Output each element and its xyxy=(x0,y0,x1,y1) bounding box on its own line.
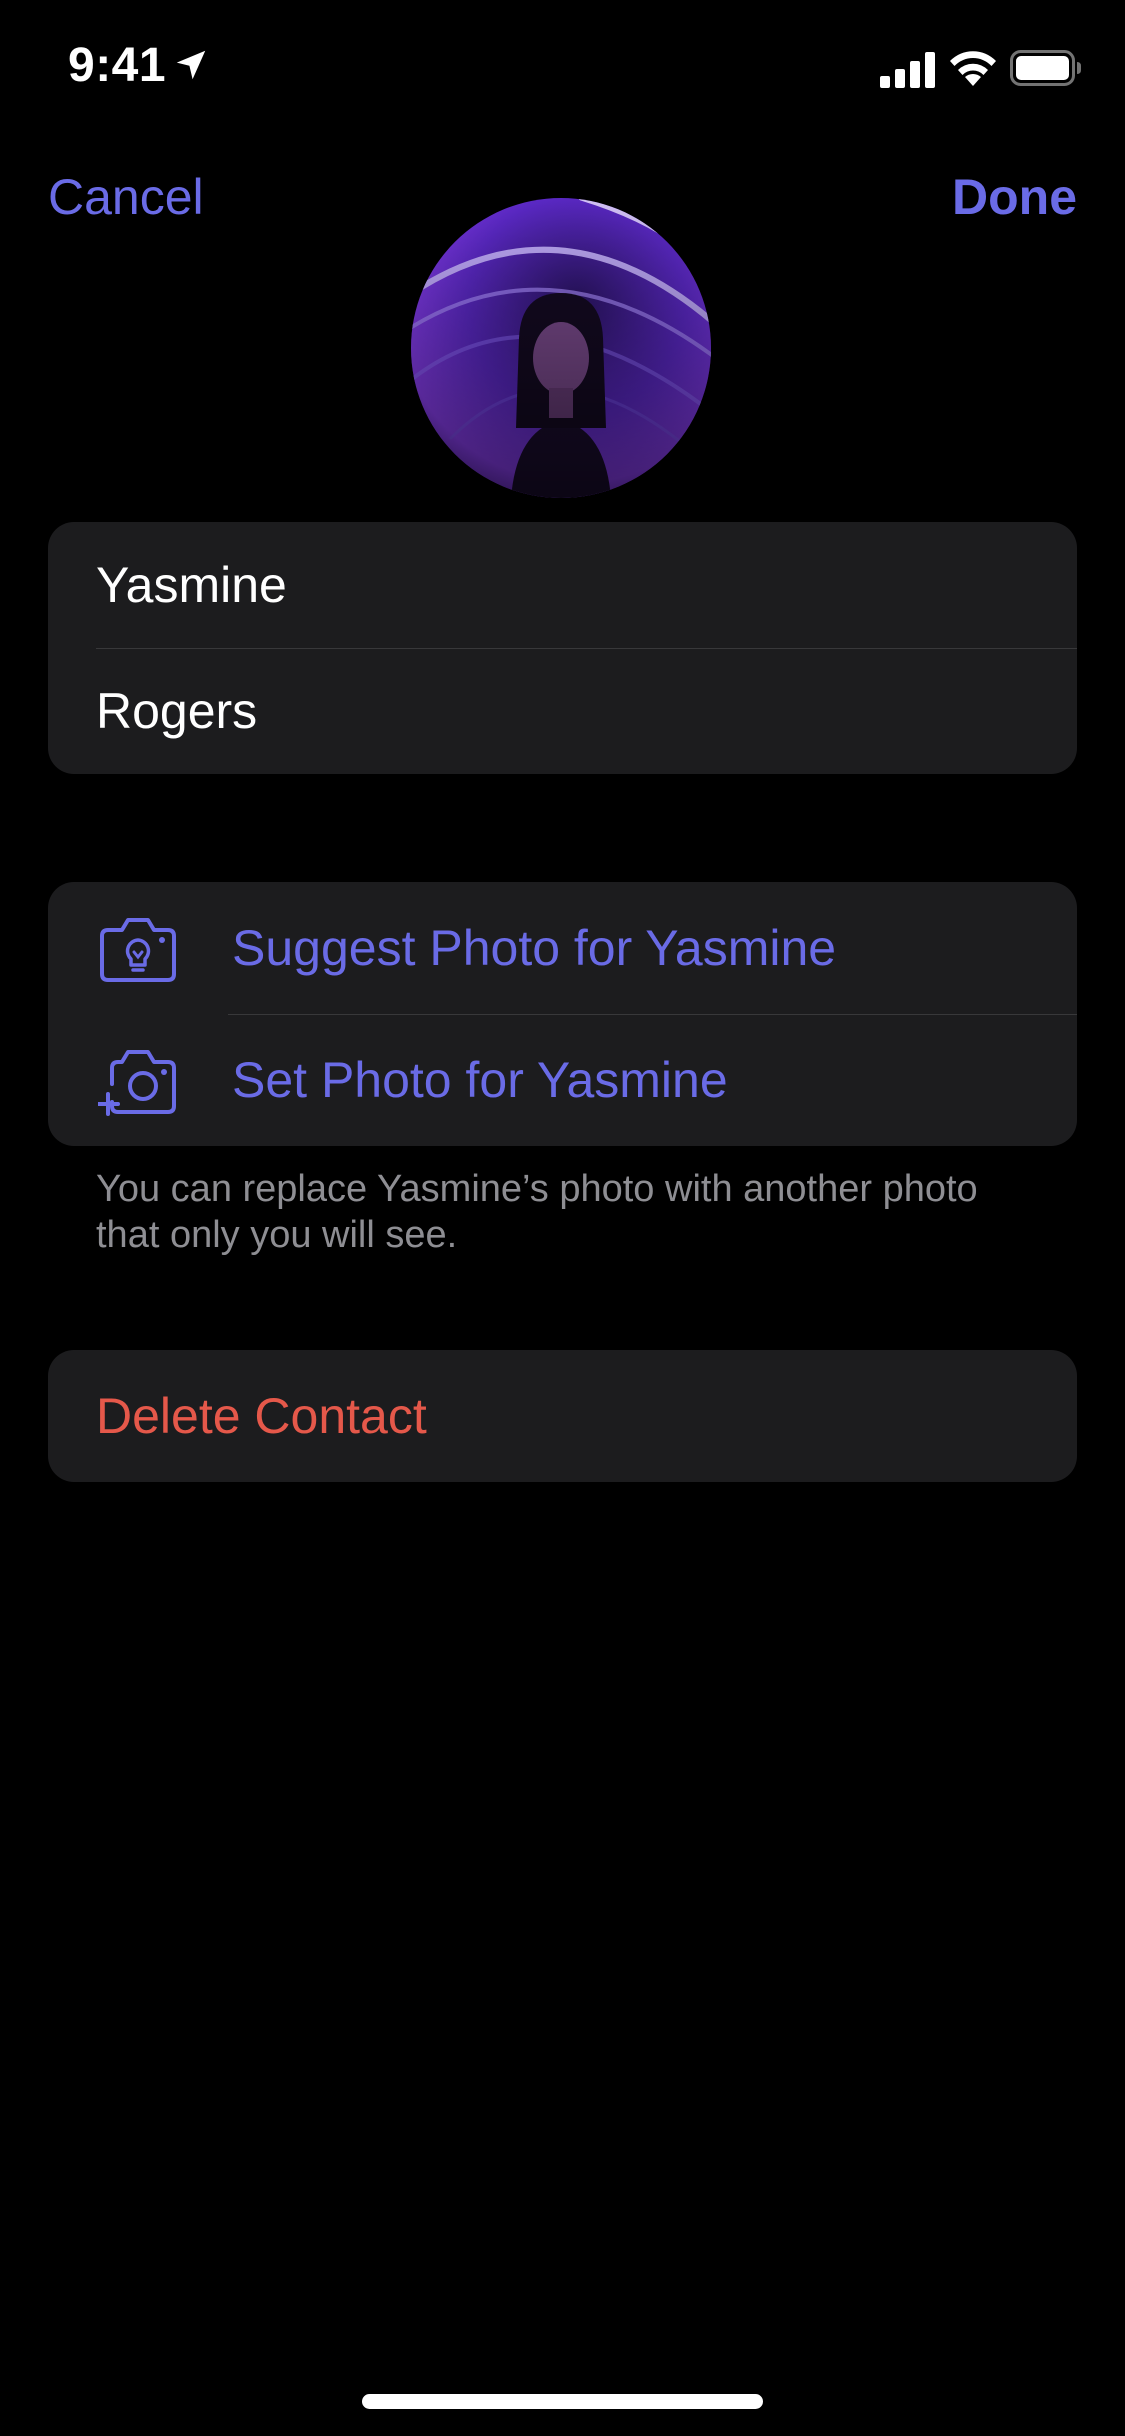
location-arrow-icon xyxy=(176,50,206,80)
photo-footnote: You can replace Yasmine’s photo with ano… xyxy=(96,1168,978,1256)
set-photo-button[interactable]: Set Photo for Yasmine xyxy=(48,1014,1077,1146)
cellular-signal-icon xyxy=(880,52,935,88)
delete-contact-label: Delete Contact xyxy=(96,1388,427,1444)
set-photo-label: Set Photo for Yasmine xyxy=(232,1052,728,1108)
contact-photo-avatar[interactable] xyxy=(411,198,711,498)
suggest-photo-button[interactable]: Suggest Photo for Yasmine xyxy=(48,882,1077,1014)
home-indicator[interactable] xyxy=(362,2394,763,2409)
wifi-icon xyxy=(950,51,996,86)
cancel-button[interactable]: Cancel xyxy=(48,168,204,226)
camera-lightbulb-icon xyxy=(100,918,176,982)
first-name-field[interactable]: Yasmine xyxy=(96,556,287,614)
delete-contact-button[interactable]: Delete Contact xyxy=(48,1350,1077,1482)
last-name-field[interactable]: Rogers xyxy=(96,682,257,740)
camera-plus-icon xyxy=(98,1050,176,1116)
done-button[interactable]: Done xyxy=(952,168,1077,226)
name-fields-card: Yasmine Rogers xyxy=(48,522,1077,774)
status-time: 9:41 xyxy=(68,39,167,92)
battery-icon xyxy=(1010,50,1081,86)
last-name-row[interactable]: Rogers xyxy=(48,648,1077,774)
photo-actions-card: Suggest Photo for Yasmine Set Photo for … xyxy=(48,882,1077,1146)
status-bar: 9:41 xyxy=(0,0,1125,140)
first-name-row[interactable]: Yasmine xyxy=(48,522,1077,648)
suggest-photo-label: Suggest Photo for Yasmine xyxy=(232,920,837,976)
